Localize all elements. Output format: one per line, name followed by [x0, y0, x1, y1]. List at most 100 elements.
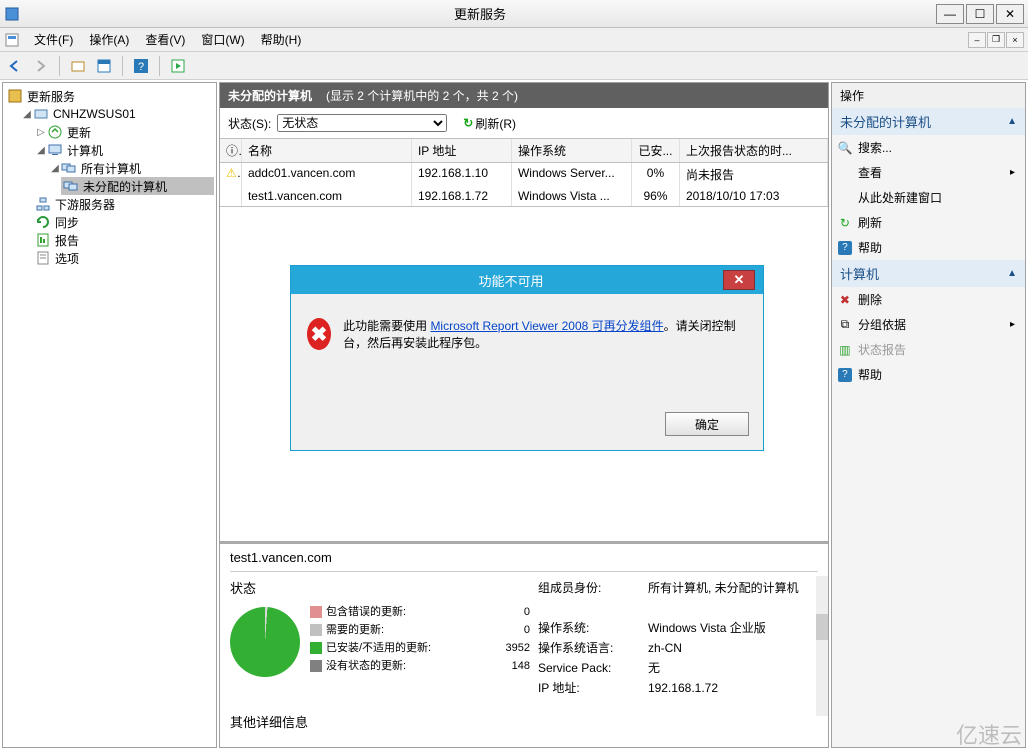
computer-group-icon	[61, 160, 77, 176]
window-close-button[interactable]: ✕	[996, 4, 1024, 24]
tree-expand-icon[interactable]: ▷	[35, 127, 47, 138]
status-pie-chart	[230, 607, 300, 677]
col-os[interactable]: 操作系统	[512, 139, 632, 162]
other-detail-header[interactable]: 其他详细信息	[230, 712, 818, 731]
tree-unassigned-label: 未分配的计算机	[83, 178, 167, 195]
window-maximize-button[interactable]: ☐	[966, 4, 994, 24]
tree-toggle-icon[interactable]: ◢	[35, 145, 47, 156]
cell-name: addc01.vancen.com	[242, 163, 412, 186]
action-group-by[interactable]: ⧉ 分组依据	[832, 312, 1025, 337]
dialog-titlebar: 功能不可用 ✕	[291, 266, 763, 294]
menu-action[interactable]: 操作(A)	[81, 29, 137, 50]
tree-options-label: 选项	[55, 250, 79, 267]
legend-item: 需要的更新:0	[310, 621, 530, 639]
col-status-icon[interactable]: ⓘ	[220, 139, 242, 162]
help-icon: ?	[838, 241, 852, 255]
error-icon: ✖	[307, 318, 331, 350]
downstream-icon	[35, 196, 51, 212]
center-header: 未分配的计算机 (显示 2 个计算机中的 2 个，共 2 个)	[220, 83, 828, 108]
action-refresh[interactable]: ↻ 刷新	[832, 210, 1025, 235]
app-icon	[4, 6, 20, 22]
mmc-icon	[4, 32, 20, 48]
tree-options[interactable]: 选项	[33, 249, 214, 267]
computer-group-icon	[63, 178, 79, 194]
tree-root[interactable]: 更新服务	[5, 87, 214, 105]
group-icon: ⧉	[838, 318, 852, 332]
mdi-restore-button[interactable]: ❐	[987, 32, 1005, 48]
menu-window[interactable]: 窗口(W)	[193, 29, 252, 50]
action-help-2[interactable]: ? 帮助	[832, 362, 1025, 387]
filter-state-label: 状态(S):	[228, 115, 271, 132]
action-delete[interactable]: ✖ 删除	[832, 287, 1025, 312]
row-warning-icon	[220, 163, 242, 186]
menu-view[interactable]: 查看(V)	[137, 29, 193, 50]
tree-report-label: 报告	[55, 232, 79, 249]
menu-help[interactable]: 帮助(H)	[253, 29, 310, 50]
col-installed[interactable]: 已安...	[632, 139, 680, 162]
update-services-icon	[7, 88, 23, 104]
tree-unassigned-computers[interactable]: 未分配的计算机	[61, 177, 214, 195]
toolbar-properties-button[interactable]	[67, 55, 89, 77]
toolbar-view-button[interactable]	[93, 55, 115, 77]
tree-root-label: 更新服务	[27, 88, 75, 105]
tree-report[interactable]: 报告	[33, 231, 214, 249]
actions-section-computers[interactable]: 计算机▲	[832, 260, 1025, 287]
tree-sync[interactable]: 同步	[33, 213, 214, 231]
dialog-ok-button[interactable]: 确定	[665, 412, 749, 436]
tree-server[interactable]: ◢ CNHZWSUS01	[19, 105, 214, 123]
tree-server-label: CNHZWSUS01	[53, 107, 136, 121]
action-search[interactable]: 🔍 搜索...	[832, 135, 1025, 160]
legend-item: 没有状态的更新:148	[310, 657, 530, 675]
detail-scrollbar[interactable]	[816, 576, 828, 716]
filter-bar: 状态(S): 无状态 ↻ 刷新(R)	[220, 108, 828, 139]
actions-section-unassigned[interactable]: 未分配的计算机▲	[832, 108, 1025, 135]
table-row[interactable]: addc01.vancen.com 192.168.1.10 Windows S…	[220, 163, 828, 186]
toolbar-help-button[interactable]: ?	[130, 55, 152, 77]
col-ip[interactable]: IP 地址	[412, 139, 512, 162]
menu-file[interactable]: 文件(F)	[26, 29, 81, 50]
window-title: 更新服务	[24, 4, 936, 23]
dialog-link[interactable]: Microsoft Report Viewer 2008 可再分发组件	[430, 319, 663, 333]
col-last-report[interactable]: 上次报告状态的时...	[680, 139, 828, 162]
report-icon: ▥	[838, 343, 852, 357]
mdi-close-button[interactable]: ×	[1006, 32, 1024, 48]
tree-toggle-icon[interactable]: ◢	[49, 163, 61, 174]
action-help[interactable]: ? 帮助	[832, 235, 1025, 260]
cell-ip: 192.168.1.10	[412, 163, 512, 186]
mdi-minimize-button[interactable]: –	[968, 32, 986, 48]
toolbar: ?	[0, 52, 1028, 80]
prop-os-value: Windows Vista 企业版	[648, 618, 818, 638]
dialog-message: 此功能需要使用 Microsoft Report Viewer 2008 可再分…	[343, 318, 747, 352]
center-header-subtitle: (显示 2 个计算机中的 2 个，共 2 个)	[326, 87, 518, 104]
tree-computers[interactable]: ◢ 计算机	[33, 141, 214, 159]
prop-sp-value: 无	[648, 658, 818, 678]
computers-icon	[47, 142, 63, 158]
tree-updates-label: 更新	[67, 124, 91, 141]
back-button[interactable]	[4, 55, 26, 77]
prop-oslang-label: 操作系统语言:	[538, 638, 638, 658]
tree-toggle-icon[interactable]: ◢	[21, 109, 33, 120]
action-new-window[interactable]: 从此处新建窗口	[832, 185, 1025, 210]
computers-table: ⓘ 名称 IP 地址 操作系统 已安... 上次报告状态的时... addc01…	[220, 139, 828, 207]
col-name[interactable]: 名称	[242, 139, 412, 162]
refresh-label: 刷新(R)	[475, 115, 516, 132]
tree-updates[interactable]: ▷ 更新	[33, 123, 214, 141]
dialog-close-button[interactable]: ✕	[723, 270, 755, 290]
cell-last: 尚未报告	[680, 163, 828, 186]
filter-state-select[interactable]: 无状态	[277, 114, 447, 132]
row-status-icon	[220, 186, 242, 206]
tree-all-computers[interactable]: ◢ 所有计算机	[47, 159, 214, 177]
toolbar-play-button[interactable]	[167, 55, 189, 77]
legend-item: 包含错误的更新:0	[310, 603, 530, 621]
report-icon	[35, 232, 51, 248]
action-status-report: ▥ 状态报告	[832, 337, 1025, 362]
window-minimize-button[interactable]: —	[936, 4, 964, 24]
forward-button[interactable]	[30, 55, 52, 77]
action-view[interactable]: 查看	[832, 160, 1025, 185]
tree-downstream[interactable]: 下游服务器	[33, 195, 214, 213]
refresh-button[interactable]: ↻ 刷新(R)	[463, 115, 516, 132]
prop-group-label: 组成员身份:	[538, 578, 638, 598]
tree-sync-label: 同步	[55, 214, 79, 231]
table-row[interactable]: test1.vancen.com 192.168.1.72 Windows Vi…	[220, 186, 828, 206]
detail-scrollbar-thumb[interactable]	[816, 614, 828, 640]
